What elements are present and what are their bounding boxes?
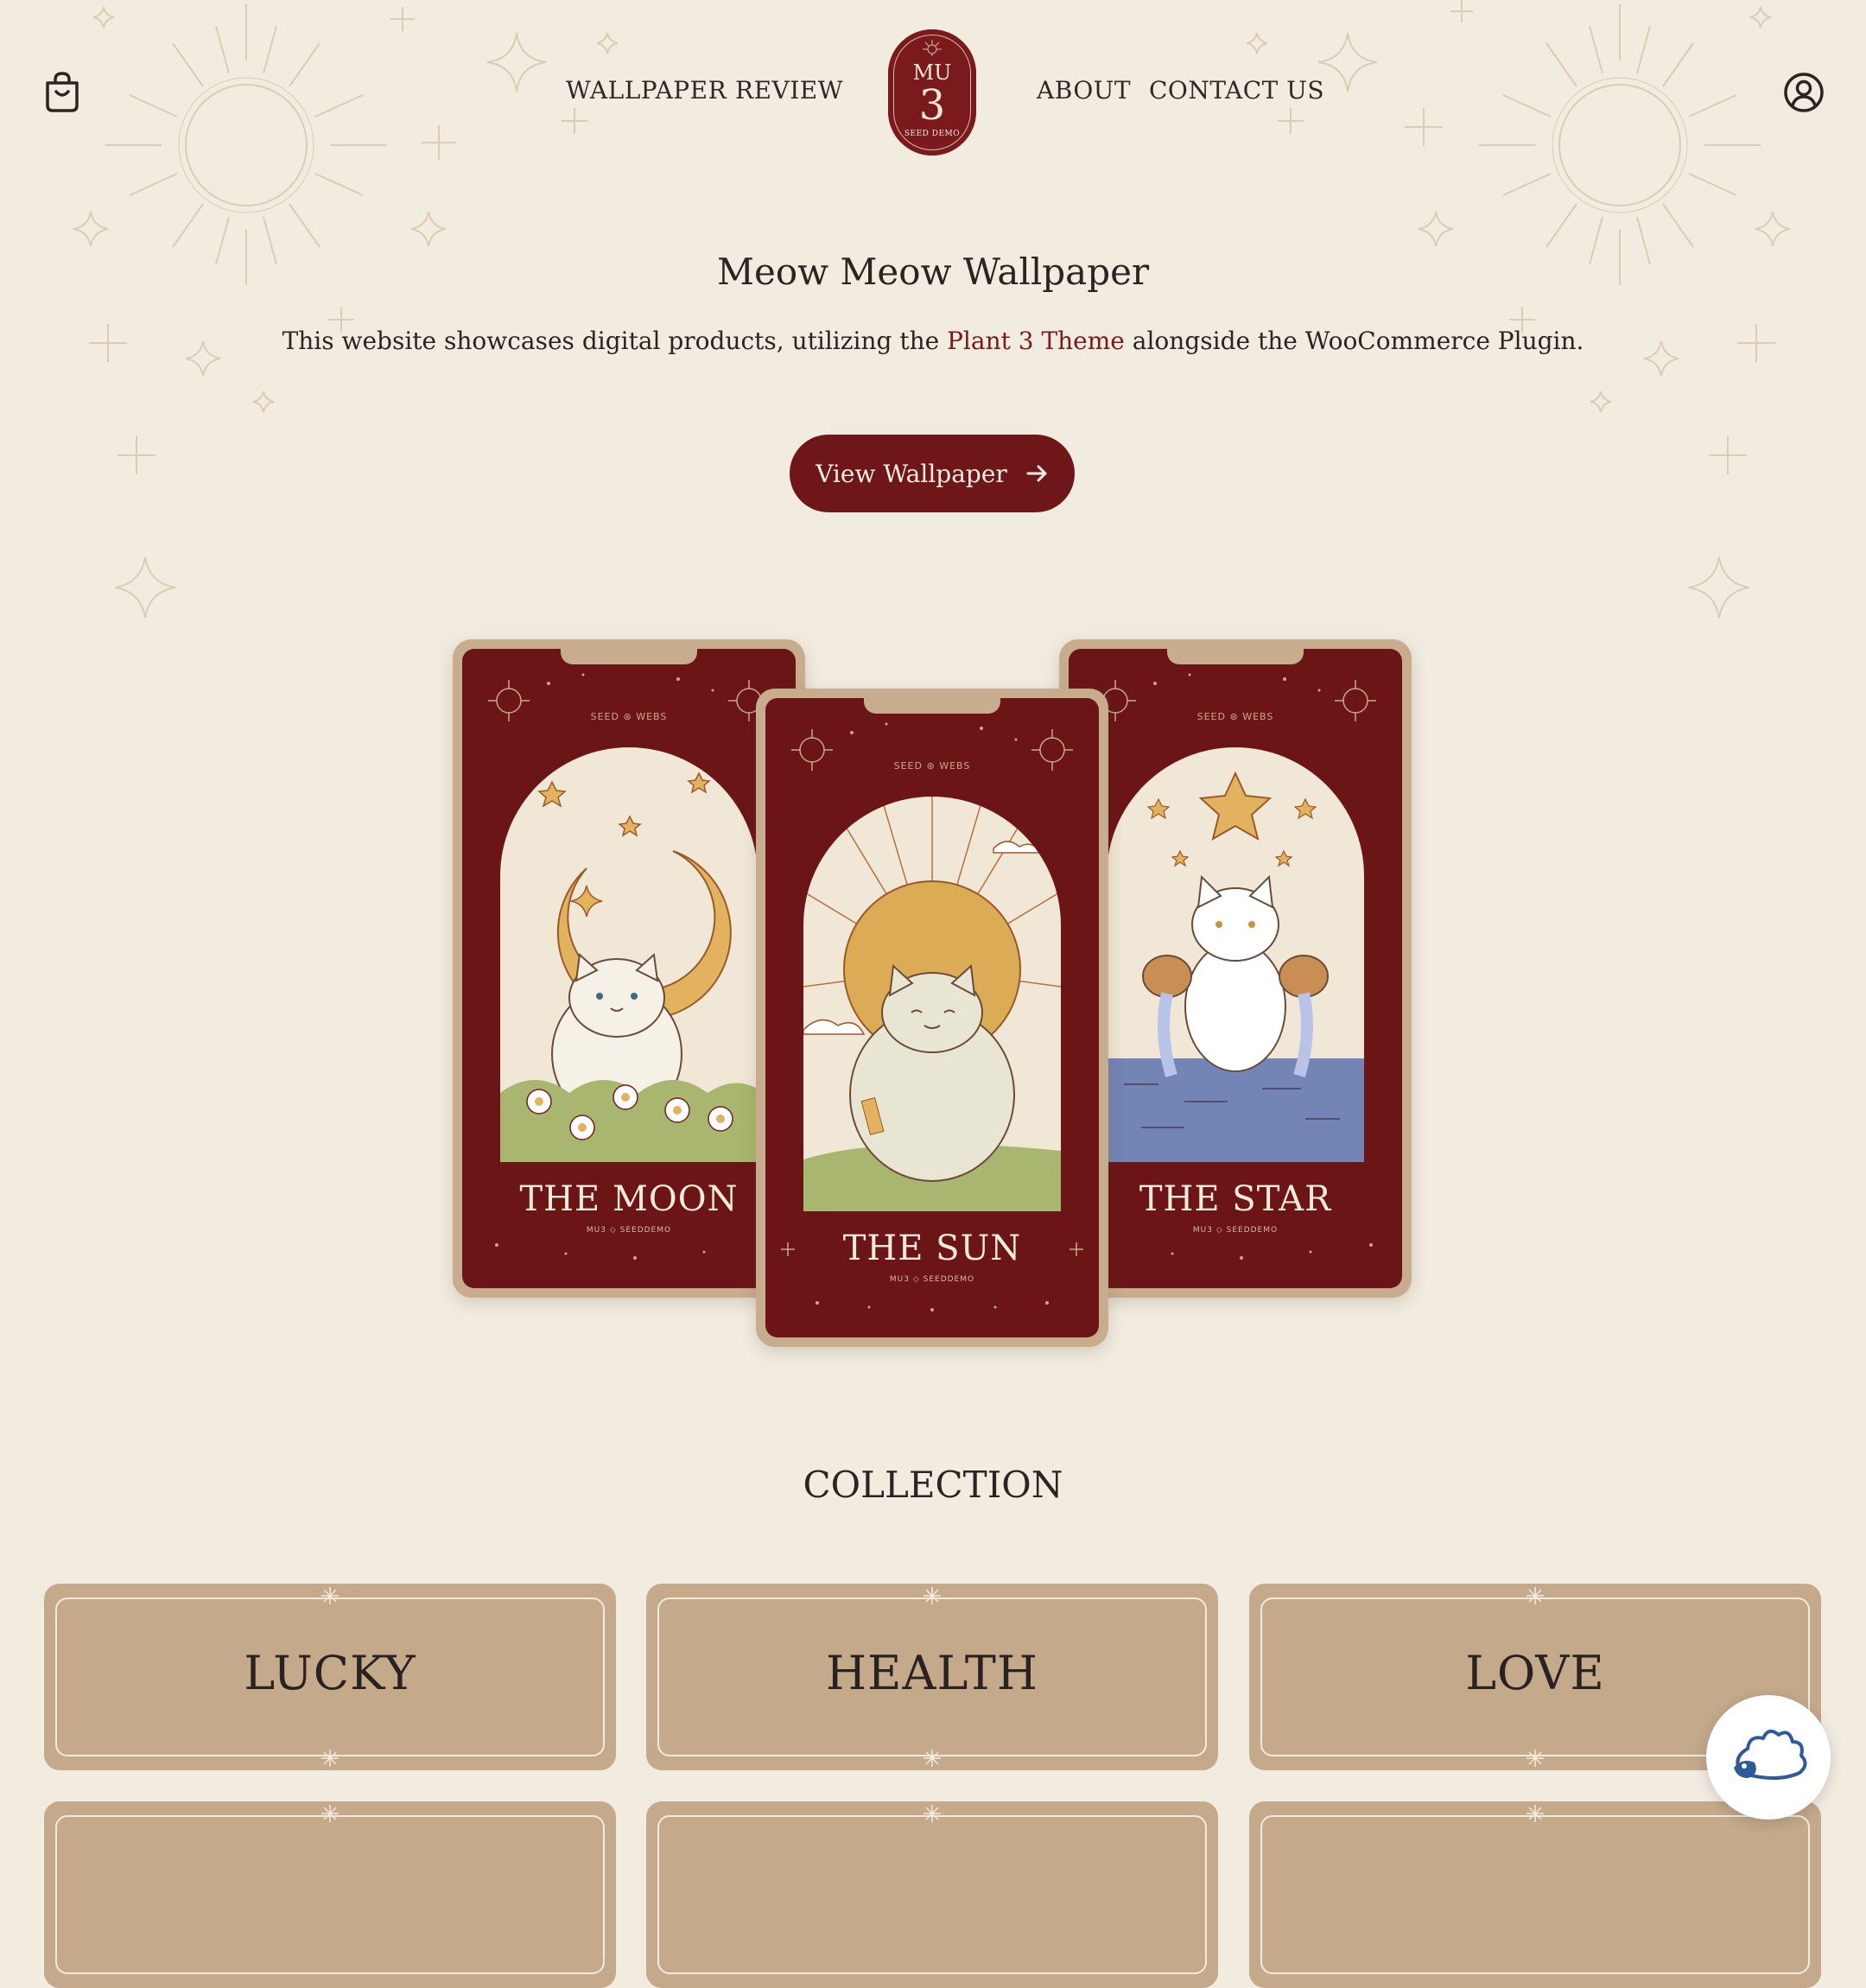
hero-title: Meow Meow Wallpaper — [716, 251, 1150, 293]
logo-number: 3 — [918, 81, 946, 130]
logo-ornament-icon — [923, 40, 942, 56]
phone-notch — [561, 649, 697, 664]
collection-tile-row2-1[interactable] — [44, 1801, 616, 1988]
wallpaper-subtitle: MU3 ◇ SEEDDEMO — [1192, 1226, 1279, 1235]
site-header: WALLPAPER REVIEW MU 3 SEED DEMO ABOUT CO… — [0, 0, 1866, 190]
hero-description-end: alongside the WooCommerce Plugin. — [1124, 327, 1584, 355]
wallpaper-title: THE MOON — [519, 1179, 739, 1219]
nav-review[interactable]: REVIEW — [735, 76, 843, 105]
sparkle-icon — [923, 1587, 941, 1604]
wallpaper-brand: SEED ⊛ WEBS — [893, 760, 971, 772]
hedgehog-icon — [1734, 1729, 1807, 1780]
collection-title: COLLECTION — [803, 1464, 1063, 1506]
collection-tile-health[interactable]: HEALTH — [646, 1584, 1218, 1770]
sparkle-icon — [321, 1750, 339, 1767]
shopping-bag-icon — [46, 72, 79, 112]
wallpaper-subtitle: MU3 ◇ SEEDDEMO — [586, 1226, 672, 1235]
wallpaper-star: SEED ⊛ WEBS THE STAR MU3 ◇ SEEDDEMO — [1069, 649, 1402, 1288]
logo-subtitle: SEED DEMO — [904, 130, 961, 138]
sparkle-icon — [1526, 1805, 1544, 1822]
wallpaper-illustration — [803, 797, 1061, 1211]
hero-description-start: This website showcases digital products,… — [282, 327, 948, 355]
view-wallpaper-button[interactable]: View Wallpaper — [790, 435, 1075, 512]
wallpaper-subtitle: MU3 ◇ SEEDDEMO — [889, 1275, 975, 1284]
sparkle-icon — [1526, 1587, 1544, 1604]
tile-frame — [55, 1815, 605, 1974]
tile-label: HEALTH — [825, 1646, 1039, 1700]
tile-frame — [1260, 1815, 1810, 1974]
site-logo[interactable]: MU 3 SEED DEMO — [888, 29, 976, 156]
sparkle-icon — [923, 1805, 941, 1822]
phone-mockup-star[interactable]: SEED ⊛ WEBS THE STAR MU3 ◇ SEEDDEMO — [1059, 639, 1412, 1298]
nav-contact-us[interactable]: CONTACT US — [1149, 76, 1324, 105]
moon-cat-illustration — [500, 772, 758, 1162]
wallpaper-title: THE STAR — [1139, 1179, 1332, 1219]
tile-label: LUCKY — [244, 1646, 416, 1700]
collection-tile-row2-2[interactable] — [646, 1801, 1218, 1988]
phone-notch — [1167, 649, 1304, 664]
chat-widget-button[interactable] — [1706, 1695, 1831, 1820]
wallpaper-sun: SEED ⊛ WEBS THE SUN MU3 ◇ SEEDDEMO — [765, 698, 1099, 1337]
sparkle-icon — [923, 1750, 941, 1767]
tile-label: LOVE — [1465, 1646, 1605, 1700]
star-cat-illustration — [1107, 771, 1364, 1162]
view-wallpaper-label: View Wallpaper — [816, 459, 1007, 488]
arrow-right-icon — [1026, 465, 1047, 482]
collection-tile-lucky[interactable]: LUCKY — [44, 1584, 616, 1770]
sun-cat-illustration — [803, 797, 1061, 1211]
wallpaper-moon: SEED ⊛ WEBS THE MOON MU3 ◇ SEEDDEMO — [462, 649, 796, 1288]
tile-frame — [657, 1815, 1207, 1974]
sparkle-icon — [1526, 1750, 1544, 1767]
wallpaper-brand: SEED ⊛ WEBS — [1196, 711, 1274, 722]
account-button[interactable] — [1776, 65, 1831, 120]
wallpaper-brand: SEED ⊛ WEBS — [590, 711, 668, 722]
user-circle-icon — [1784, 73, 1824, 112]
sparkle-icon — [321, 1805, 339, 1822]
wallpaper-title: THE SUN — [842, 1229, 1022, 1268]
wallpaper-illustration — [500, 747, 758, 1162]
sparkle-icon — [321, 1587, 339, 1604]
plant-theme-link[interactable]: Plant 3 Theme — [947, 327, 1125, 355]
phone-notch — [864, 698, 1000, 714]
phone-mockup-moon[interactable]: SEED ⊛ WEBS THE MOON MU3 ◇ SEEDDEMO — [453, 639, 805, 1298]
wallpaper-illustration — [1107, 747, 1364, 1162]
collection-tile-row2-3[interactable] — [1249, 1801, 1821, 1988]
phone-mockup-sun[interactable]: SEED ⊛ WEBS THE SUN MU3 ◇ SEEDDEMO — [756, 689, 1108, 1347]
hero-description: This website showcases digital products,… — [0, 327, 1866, 355]
cart-button[interactable] — [35, 65, 90, 120]
nav-about[interactable]: ABOUT — [1037, 76, 1131, 105]
nav-wallpaper[interactable]: WALLPAPER — [566, 76, 727, 105]
